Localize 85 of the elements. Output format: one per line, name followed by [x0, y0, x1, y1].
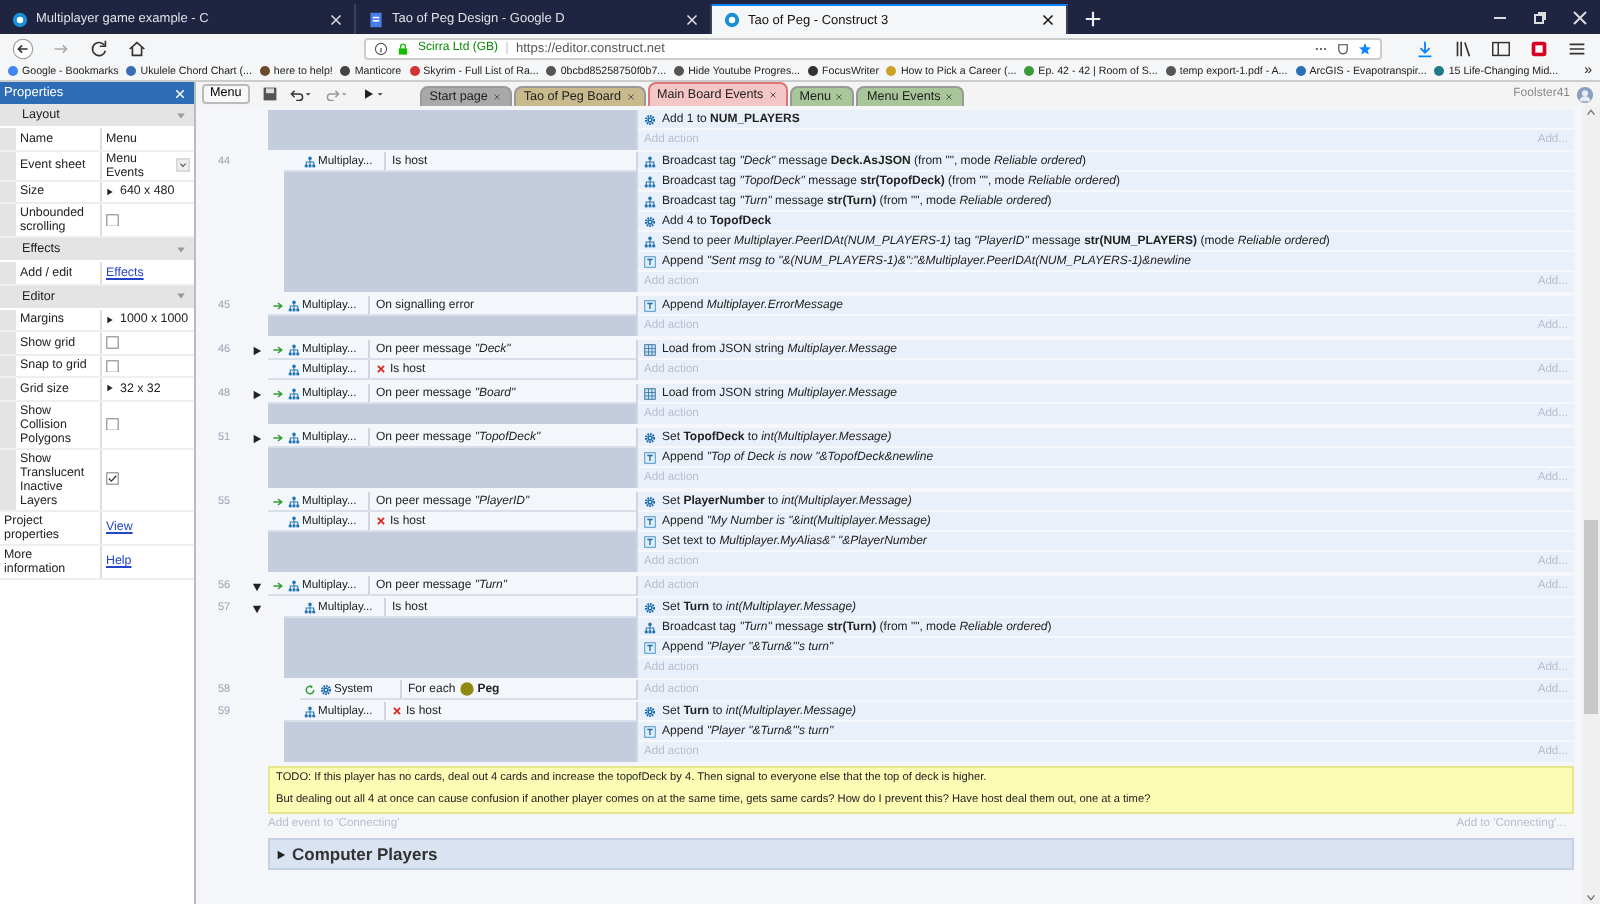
reload-icon[interactable] — [88, 37, 110, 59]
gear-icon — [644, 705, 656, 717]
home-icon[interactable] — [126, 37, 148, 59]
event-group-header[interactable]: Computer Players — [268, 838, 1574, 870]
network-icon — [644, 621, 656, 633]
play-icon[interactable] — [359, 86, 386, 102]
network-icon — [287, 515, 299, 527]
scroll-up-icon[interactable] — [1584, 106, 1598, 118]
document-icon — [368, 11, 384, 27]
checkbox[interactable] — [106, 336, 119, 349]
scroll-thumb[interactable] — [1584, 520, 1598, 714]
network-icon — [287, 343, 299, 355]
undo-icon[interactable] — [287, 86, 314, 102]
download-icon[interactable] — [1414, 37, 1436, 59]
text-object-icon — [644, 451, 656, 463]
network-icon — [287, 299, 299, 311]
trigger-arrow-icon — [272, 579, 284, 591]
scrollbar[interactable] — [1582, 106, 1600, 904]
expand-arrow-icon[interactable] — [276, 849, 286, 859]
group-title: Computer Players — [292, 844, 438, 864]
collapse-arrow-icon — [176, 245, 186, 253]
library-icon[interactable] — [1452, 37, 1474, 59]
logo-icon — [724, 12, 740, 28]
expand-arrow-icon[interactable] — [106, 187, 114, 196]
collapse-arrow-icon — [176, 292, 186, 300]
network-icon — [644, 155, 656, 167]
star-icon[interactable] — [1358, 41, 1372, 55]
dropdown-caret-icon[interactable] — [176, 158, 190, 172]
network-icon — [287, 387, 299, 399]
gear-icon — [644, 215, 656, 227]
expand-arrow-icon[interactable] — [252, 346, 262, 356]
lock-icon — [396, 41, 410, 55]
comment-box[interactable] — [268, 766, 1574, 814]
trigger-arrow-icon — [272, 431, 284, 443]
loop-icon — [304, 683, 316, 695]
gear-icon — [644, 601, 656, 613]
logo-icon — [12, 11, 28, 27]
expand-arrow-icon[interactable] — [252, 390, 262, 400]
peg-icon — [459, 682, 474, 696]
text-object-icon — [644, 641, 656, 653]
scroll-down-icon[interactable] — [1584, 892, 1598, 904]
info-icon — [374, 41, 388, 55]
expand-arrow-icon[interactable] — [106, 384, 114, 393]
network-icon — [303, 705, 315, 717]
save-icon[interactable] — [261, 86, 278, 102]
network-icon — [287, 431, 299, 443]
back-icon[interactable] — [12, 37, 34, 59]
checkbox[interactable] — [106, 417, 119, 431]
sidebar-icon[interactable] — [1490, 37, 1512, 59]
trigger-arrow-icon — [272, 343, 284, 355]
network-icon — [303, 155, 315, 167]
checkbox[interactable] — [106, 213, 119, 227]
gear-icon — [644, 113, 656, 125]
restore-icon[interactable] — [1530, 8, 1550, 28]
text-object-icon — [644, 515, 656, 527]
network-icon — [644, 235, 656, 247]
gear-icon — [319, 683, 331, 695]
redo-icon[interactable] — [323, 86, 350, 102]
collapse-arrow-icon[interactable] — [252, 604, 262, 614]
collapse-arrow-icon — [176, 111, 186, 119]
network-icon — [644, 195, 656, 207]
expand-arrow-icon[interactable] — [252, 434, 262, 444]
close-icon[interactable] — [1042, 14, 1054, 26]
checkbox[interactable] — [106, 359, 119, 372]
network-icon — [287, 363, 299, 375]
grid-icon — [644, 343, 656, 355]
network-icon — [303, 601, 315, 613]
new-tab-icon[interactable] — [1084, 10, 1102, 28]
text-object-icon — [644, 255, 656, 267]
gear-icon — [644, 431, 656, 443]
network-icon — [287, 495, 299, 507]
grid-icon — [644, 387, 656, 399]
extension-icon[interactable] — [1528, 37, 1550, 59]
text-object-icon — [644, 535, 656, 547]
collapse-arrow-icon[interactable] — [252, 582, 262, 592]
trigger-arrow-icon — [272, 299, 284, 311]
checkbox[interactable] — [106, 472, 119, 486]
network-icon — [644, 175, 656, 187]
trigger-arrow-icon — [272, 387, 284, 399]
network-icon — [287, 579, 299, 591]
trigger-arrow-icon — [272, 495, 284, 507]
gear-icon — [644, 495, 656, 507]
shield-icon[interactable] — [1336, 41, 1350, 55]
text-object-icon — [644, 725, 656, 737]
expand-arrow-icon[interactable] — [106, 315, 114, 324]
